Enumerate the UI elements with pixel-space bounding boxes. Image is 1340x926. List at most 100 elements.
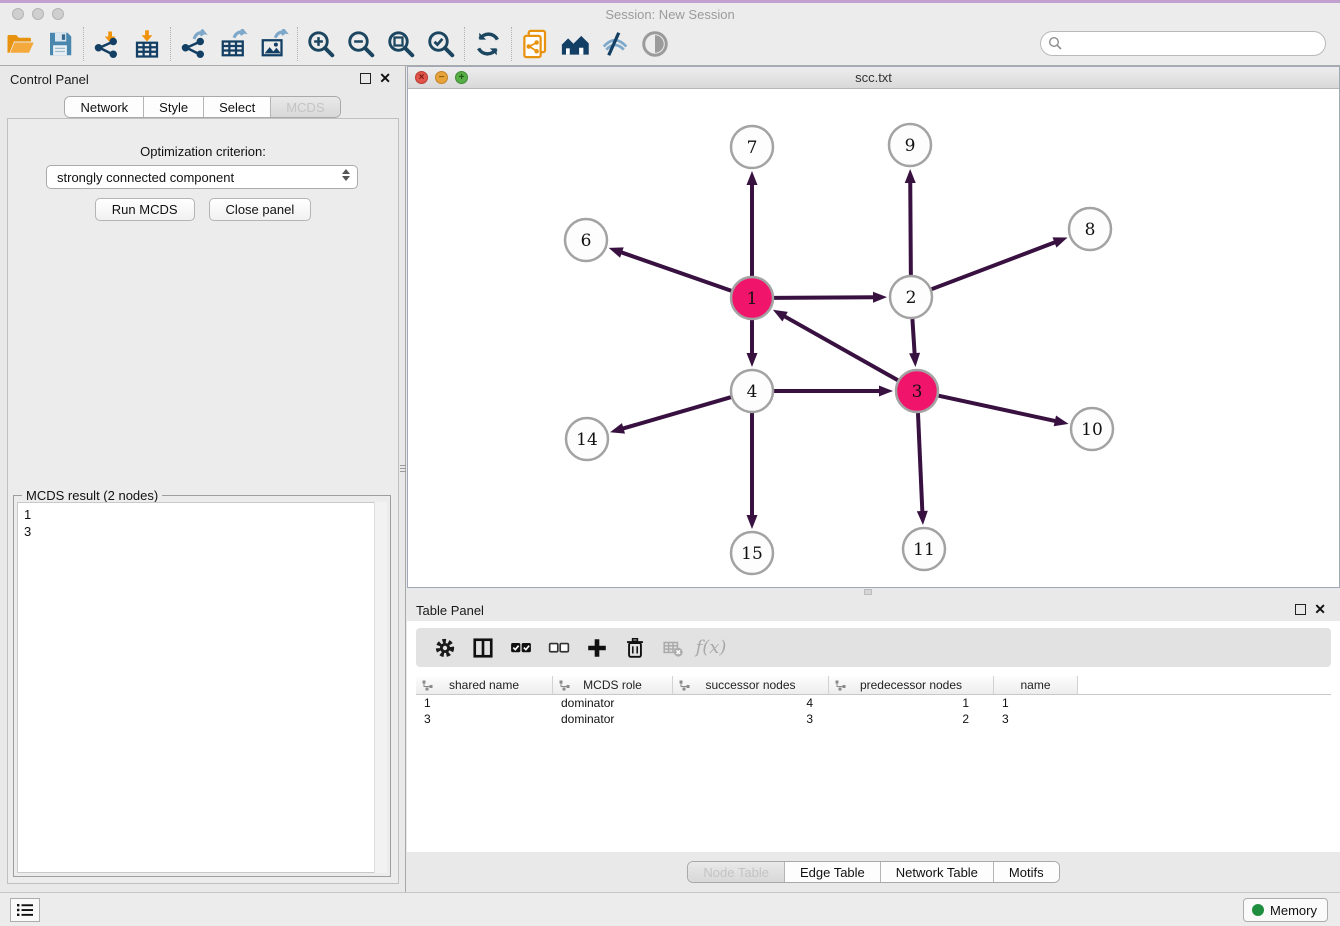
graph-edge-arrowhead <box>609 247 624 257</box>
deselect-all-rows-icon[interactable] <box>540 632 578 664</box>
frame-splitter-grip[interactable] <box>864 589 872 595</box>
column-header-successor-nodes[interactable]: successor nodes <box>673 676 829 694</box>
search-field-wrap <box>1040 31 1326 56</box>
column-header-mcds-role[interactable]: MCDS role <box>553 676 673 694</box>
graph-edge-3-11[interactable] <box>918 413 922 514</box>
node-table: shared name MCDS role successor nodes pr… <box>416 676 1331 727</box>
control-panel: Control Panel ✕ Network Style Select MCD… <box>0 66 406 892</box>
mcds-result-list[interactable]: 1 3 <box>17 502 387 873</box>
delete-row-icon[interactable] <box>616 632 654 664</box>
graph-edge-2-9[interactable] <box>910 180 911 275</box>
graph-node-label: 3 <box>912 382 923 402</box>
clone-network-icon[interactable] <box>515 26 555 62</box>
graph-edge-arrowhead <box>909 353 920 367</box>
criterion-dropdown[interactable]: strongly connected component <box>46 165 358 189</box>
float-table-panel-icon[interactable] <box>1295 604 1306 615</box>
memory-button[interactable]: Memory <box>1243 898 1328 922</box>
tab-network[interactable]: Network <box>65 97 144 117</box>
status-bar: Memory <box>0 892 1340 926</box>
task-history-button[interactable] <box>10 898 40 922</box>
network-overview-icon[interactable] <box>555 26 595 62</box>
graph-edge-1-2[interactable] <box>774 297 876 298</box>
graph-edge-2-3[interactable] <box>912 319 914 356</box>
zoom-in-icon[interactable] <box>301 26 341 62</box>
toolbar-separator <box>511 27 512 61</box>
column-type-icon <box>422 680 433 691</box>
graph-edge-2-8[interactable] <box>932 241 1058 289</box>
criterion-dropdown-value: strongly connected component <box>57 170 234 185</box>
table-row[interactable]: 3 dominator 3 2 3 <box>416 711 1331 727</box>
column-header-filler <box>1078 676 1331 694</box>
cell-shared-name[interactable]: 1 <box>416 695 553 711</box>
cell-predecessor-nodes[interactable]: 2 <box>829 711 994 727</box>
network-canvas[interactable]: 1234678910111415 <box>408 89 1339 587</box>
tab-mcds[interactable]: MCDS <box>271 97 339 117</box>
tab-node-table[interactable]: Node Table <box>688 862 785 882</box>
column-header-shared-name[interactable]: shared name <box>416 676 553 694</box>
export-image-icon[interactable] <box>254 26 294 62</box>
zoom-selected-icon[interactable] <box>421 26 461 62</box>
graph-node-label: 4 <box>747 382 758 402</box>
apply-layout-icon[interactable] <box>468 26 508 62</box>
graph-node-label: 14 <box>576 430 598 450</box>
graph-edge-3-10[interactable] <box>938 396 1057 422</box>
graph-node-label: 2 <box>906 288 917 308</box>
result-scrollbar[interactable] <box>374 502 387 873</box>
toolbar-separator <box>464 27 465 61</box>
graph-node-label: 1 <box>747 289 758 309</box>
export-network-icon[interactable] <box>174 26 214 62</box>
add-row-icon[interactable] <box>578 632 616 664</box>
zoom-fit-icon[interactable] <box>381 26 421 62</box>
main-toolbar <box>0 22 1340 66</box>
show-graphics-details-icon[interactable] <box>635 26 675 62</box>
task-list-icon <box>16 903 34 917</box>
table-row[interactable]: 1 dominator 4 1 1 <box>416 695 1331 711</box>
close-panel-button[interactable]: Close panel <box>209 198 312 221</box>
tab-network-table[interactable]: Network Table <box>881 862 994 882</box>
tab-style[interactable]: Style <box>144 97 204 117</box>
import-network-icon[interactable] <box>87 26 127 62</box>
window-title: Session: New Session <box>0 7 1340 22</box>
graph-edge-arrowhead <box>747 515 758 529</box>
graph-edge-4-14[interactable] <box>621 397 731 429</box>
memory-label: Memory <box>1270 903 1317 918</box>
select-all-rows-icon[interactable] <box>502 632 540 664</box>
search-input[interactable] <box>1040 31 1326 56</box>
tab-edge-table[interactable]: Edge Table <box>785 862 881 882</box>
cell-name[interactable]: 1 <box>994 695 1078 711</box>
show-columns-icon[interactable] <box>464 632 502 664</box>
graph-edge-arrowhead <box>905 169 916 183</box>
float-panel-icon[interactable] <box>360 73 371 84</box>
cell-shared-name[interactable]: 3 <box>416 711 553 727</box>
table-panel-tabs: Node Table Edge Table Network Table Moti… <box>407 852 1340 892</box>
run-mcds-button[interactable]: Run MCDS <box>95 198 195 221</box>
export-table-icon[interactable] <box>214 26 254 62</box>
hide-graphics-details-icon[interactable] <box>595 26 635 62</box>
tab-select[interactable]: Select <box>204 97 271 117</box>
panel-splitter-grip[interactable] <box>399 458 407 478</box>
cell-successor-nodes[interactable]: 3 <box>673 711 829 727</box>
search-icon <box>1048 36 1063 51</box>
column-header-name[interactable]: name <box>994 676 1078 694</box>
cell-successor-nodes[interactable]: 4 <box>673 695 829 711</box>
import-table-icon[interactable] <box>127 26 167 62</box>
column-settings-icon[interactable] <box>426 632 464 664</box>
graph-edge-3-1[interactable] <box>782 315 897 380</box>
close-panel-icon[interactable]: ✕ <box>379 70 391 86</box>
graph-edge-1-6[interactable] <box>619 252 731 291</box>
save-session-icon[interactable] <box>40 26 80 62</box>
cell-name[interactable]: 3 <box>994 711 1078 727</box>
zoom-out-icon[interactable] <box>341 26 381 62</box>
cell-predecessor-nodes[interactable]: 1 <box>829 695 994 711</box>
cell-mcds-role[interactable]: dominator <box>553 711 673 727</box>
column-header-predecessor-nodes[interactable]: predecessor nodes <box>829 676 994 694</box>
graph-edge-arrowhead <box>773 310 788 322</box>
column-type-icon <box>679 680 690 691</box>
toolbar-separator <box>83 27 84 61</box>
cell-mcds-role[interactable]: dominator <box>553 695 673 711</box>
optimization-criterion-label: Optimization criterion: <box>8 144 398 159</box>
open-file-icon[interactable] <box>0 26 40 62</box>
close-table-panel-icon[interactable]: ✕ <box>1314 601 1326 617</box>
network-window-titlebar[interactable]: × − + scc.txt <box>408 67 1339 89</box>
tab-motifs[interactable]: Motifs <box>994 862 1059 882</box>
